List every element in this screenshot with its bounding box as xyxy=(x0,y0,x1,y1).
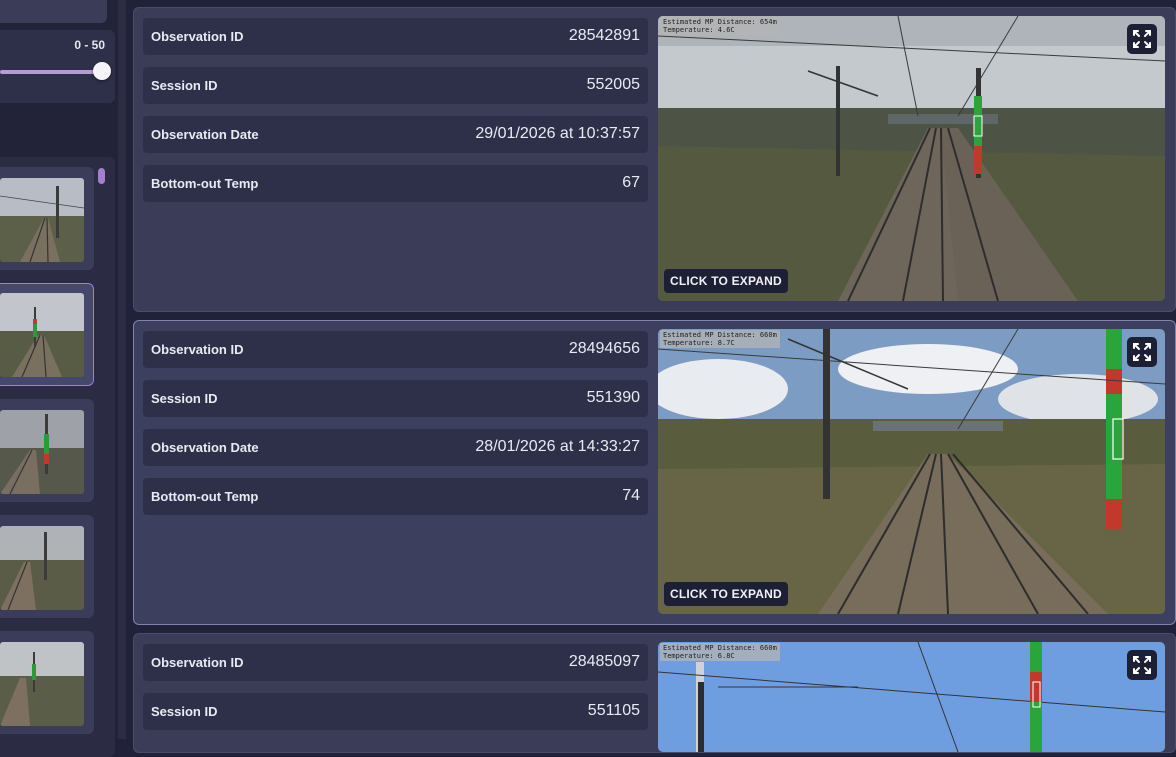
thumbnail-image xyxy=(0,178,84,262)
observation-card[interactable]: Observation ID 28542891 Session ID 55200… xyxy=(133,7,1176,312)
field-row-bottom-out-temp: Bottom-out Temp 74 xyxy=(143,478,648,515)
field-row-bottom-out-temp: Bottom-out Temp 67 xyxy=(143,165,648,202)
left-panel: 0 - 50 xyxy=(0,0,118,757)
field-value: 67 xyxy=(622,174,640,191)
overlay-distance: Estimated MP Distance: 660m xyxy=(663,331,777,339)
thumbnail-image xyxy=(0,293,84,377)
thumbnail-image xyxy=(0,642,84,726)
thumbnail-item[interactable] xyxy=(0,399,94,502)
overlay-distance: Estimated MP Distance: 660m xyxy=(663,644,777,652)
field-value: 28/01/2026 at 14:33:27 xyxy=(475,438,640,455)
observation-image[interactable]: Estimated MP Distance: 660m Temperature:… xyxy=(658,329,1165,614)
field-row-observation-date: Observation Date 28/01/2026 at 14:33:27 xyxy=(143,429,648,466)
field-value: 28485097 xyxy=(568,653,640,670)
railway-scene xyxy=(658,16,1165,301)
field-value: 29/01/2026 at 10:37:57 xyxy=(475,125,640,142)
panel-divider xyxy=(118,0,126,739)
field-label: Session ID xyxy=(151,78,218,93)
field-row-observation-id: Observation ID 28542891 xyxy=(143,18,648,55)
expand-arrows-icon xyxy=(1133,656,1151,674)
field-value: 552005 xyxy=(586,76,640,93)
temperature-filter-card: 0 - 50 xyxy=(0,30,115,103)
expand-button[interactable] xyxy=(1127,337,1157,367)
thumbnail-list xyxy=(0,157,115,757)
click-to-expand-label[interactable]: CLICK TO EXPAND xyxy=(664,582,788,606)
overlay-temperature: Temperature: 8.7C xyxy=(663,339,735,347)
observation-image[interactable]: Estimated MP Distance: 654m Temperature:… xyxy=(658,16,1165,301)
field-value: 28494656 xyxy=(568,340,640,357)
range-slider-track[interactable] xyxy=(0,70,101,74)
field-label: Bottom-out Temp xyxy=(151,176,259,191)
overlay-temperature: Temperature: 6.8C xyxy=(663,652,735,660)
click-to-expand-label[interactable]: CLICK TO EXPAND xyxy=(664,269,788,293)
thumbnail-item[interactable] xyxy=(0,631,94,734)
field-value: 28542891 xyxy=(568,27,640,44)
expand-button[interactable] xyxy=(1127,650,1157,680)
field-label: Bottom-out Temp xyxy=(151,489,259,504)
field-row-observation-date: Observation Date 29/01/2026 at 10:37:57 xyxy=(143,116,648,153)
field-label: Observation ID xyxy=(151,29,244,44)
field-label: Session ID xyxy=(151,704,218,719)
thumbnail-image xyxy=(0,410,84,494)
image-overlay-text: Estimated MP Distance: 654m Temperature:… xyxy=(660,17,780,35)
railway-scene xyxy=(658,329,1165,614)
range-label: 0 - 50 xyxy=(74,38,105,52)
expand-button[interactable] xyxy=(1127,24,1157,54)
thumbnail-item-selected[interactable] xyxy=(0,283,94,386)
thumbnail-item[interactable] xyxy=(0,167,94,270)
field-label: Session ID xyxy=(151,391,218,406)
field-value: 551105 xyxy=(587,702,640,719)
field-row-observation-id: Observation ID 28494656 xyxy=(143,331,648,368)
field-label: Observation Date xyxy=(151,440,259,455)
thumbnail-image xyxy=(0,526,84,610)
field-value: 74 xyxy=(622,487,640,504)
expand-arrows-icon xyxy=(1133,343,1151,361)
field-row-session-id: Session ID 551390 xyxy=(143,380,648,417)
overlay-distance: Estimated MP Distance: 654m xyxy=(663,18,777,26)
field-label: Observation ID xyxy=(151,342,244,357)
overlay-temperature: Temperature: 4.6C xyxy=(663,26,735,34)
image-overlay-text: Estimated MP Distance: 660m Temperature:… xyxy=(660,330,780,348)
field-value: 551390 xyxy=(586,389,640,406)
field-row-session-id: Session ID 552005 xyxy=(143,67,648,104)
range-slider-thumb[interactable] xyxy=(93,62,111,80)
field-row-session-id: Session ID 551105 xyxy=(143,693,648,730)
observation-card[interactable]: Observation ID 28485097 Session ID 55110… xyxy=(133,633,1176,753)
field-row-observation-id: Observation ID 28485097 xyxy=(143,644,648,681)
observation-card-active[interactable]: Observation ID 28494656 Session ID 55139… xyxy=(133,320,1176,625)
image-overlay-text: Estimated MP Distance: 660m Temperature:… xyxy=(660,643,780,661)
thumbnail-scrollbar[interactable] xyxy=(98,168,105,184)
field-label: Observation Date xyxy=(151,127,259,142)
expand-arrows-icon xyxy=(1133,30,1151,48)
top-card[interactable] xyxy=(0,0,107,23)
observation-image[interactable]: Estimated MP Distance: 660m Temperature:… xyxy=(658,642,1165,752)
thumbnail-item[interactable] xyxy=(0,515,94,618)
field-label: Observation ID xyxy=(151,655,244,670)
